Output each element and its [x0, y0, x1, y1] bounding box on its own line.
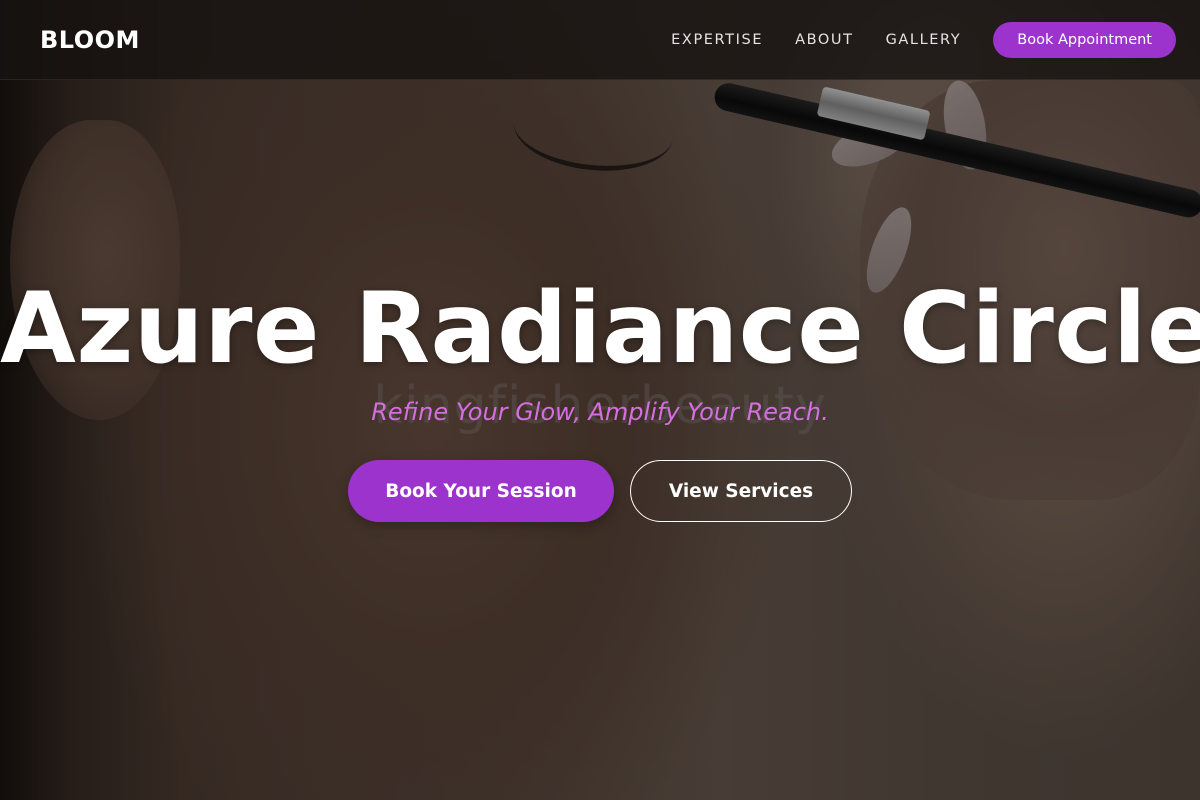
view-services-button[interactable]: View Services: [630, 460, 852, 522]
brand-logo[interactable]: BLOOM: [40, 26, 140, 54]
nav-link-gallery[interactable]: GALLERY: [886, 32, 962, 48]
hero-button-group: Book Your Session View Services: [0, 460, 1200, 522]
hero-title: Azure Radiance Circle: [0, 272, 1200, 386]
hero-subtitle: Refine Your Glow, Amplify Your Reach.: [371, 398, 829, 426]
book-appointment-button[interactable]: Book Appointment: [993, 21, 1176, 58]
top-navbar: BLOOM EXPERTISE ABOUT GALLERY Book Appoi…: [0, 0, 1200, 80]
nav-menu: EXPERTISE ABOUT GALLERY Book Appointment: [671, 21, 1176, 58]
subtitle-area: kingfisherbeauty Refine Your Glow, Ampli…: [0, 376, 1200, 436]
landing-page: BLOOM EXPERTISE ABOUT GALLERY Book Appoi…: [0, 0, 1200, 800]
nav-link-about[interactable]: ABOUT: [795, 32, 854, 48]
nav-link-expertise[interactable]: EXPERTISE: [671, 32, 763, 48]
book-session-button[interactable]: Book Your Session: [348, 460, 614, 522]
hero-section: Azure Radiance Circle kingfisherbeauty R…: [0, 276, 1200, 522]
